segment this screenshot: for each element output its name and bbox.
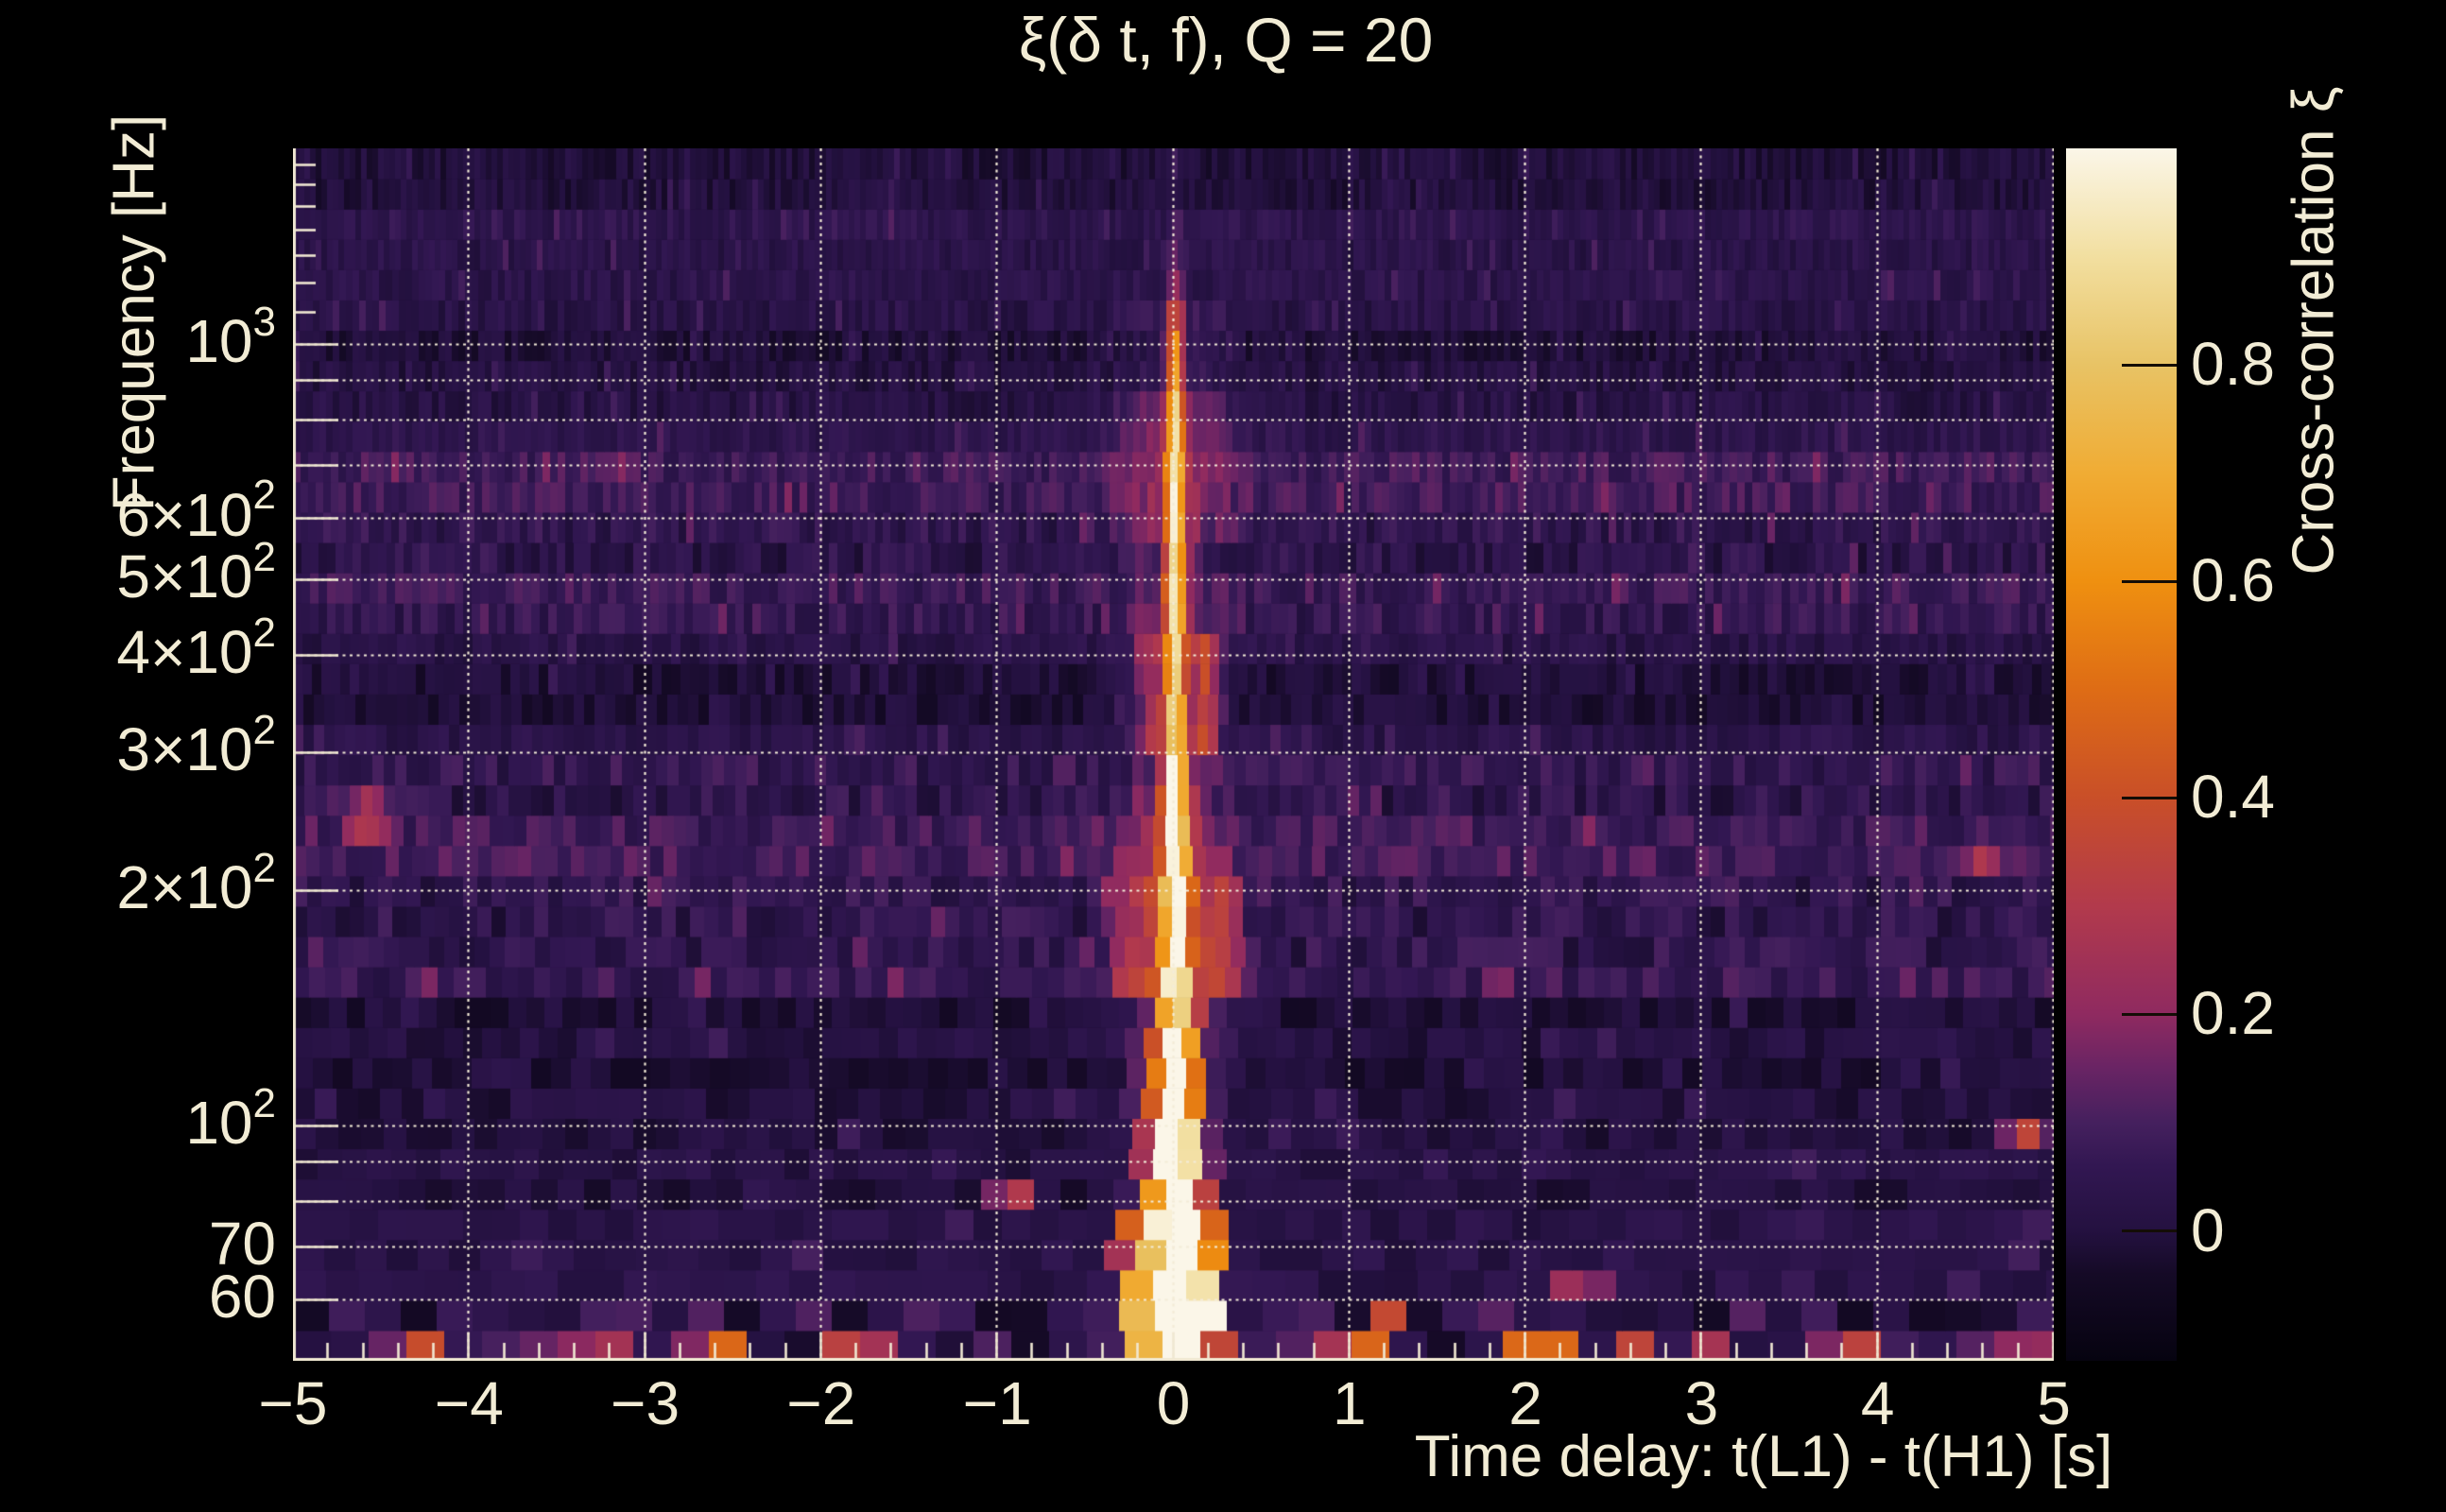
heatmap-canvas	[293, 148, 2054, 1361]
y-tick-label: 4×102	[116, 611, 276, 687]
colorbar-label: Cross-correlation ξ	[2281, 86, 2347, 576]
colorbar-tick-label: 0.8	[2191, 330, 2275, 399]
x-tick-label: 0	[1156, 1369, 1191, 1437]
y-tick-exponent: 2	[252, 844, 276, 891]
colorbar-tick-label: 0	[2191, 1195, 2225, 1264]
x-tick-label: 1	[1333, 1369, 1367, 1437]
y-tick-base: 6×10	[116, 480, 253, 549]
x-tick-label: −4	[434, 1369, 504, 1437]
y-tick-exponent: 2	[252, 533, 276, 580]
y-tick-label: 5×102	[116, 536, 276, 611]
y-axis-label: Frequency [Hz]	[101, 113, 167, 512]
y-tick-exponent: 2	[252, 707, 276, 754]
colorbar-gradient	[2066, 148, 2177, 1361]
colorbar-tick-label: 0.2	[2191, 979, 2275, 1048]
y-tick-exponent: 2	[252, 1079, 276, 1126]
chart-title: ξ(δ t, f), Q = 20	[1018, 5, 1434, 75]
y-tick-label: 6×102	[116, 474, 276, 549]
colorbar-tick-label: 0.6	[2191, 546, 2275, 615]
colorbar-tick-mark	[2122, 363, 2177, 367]
y-tick-base: 4×10	[116, 618, 253, 687]
x-tick-label: −5	[258, 1369, 328, 1437]
colorbar-tick-mark	[2122, 796, 2177, 799]
y-tick-base: 3×10	[116, 715, 253, 784]
y-tick-base: 10	[185, 1089, 253, 1158]
y-tick-base: 10	[185, 307, 253, 376]
colorbar-tick-mark	[2122, 579, 2177, 583]
figure: ξ(δ t, f), Q = 20 Frequency [Hz] 103 6×10…	[0, 0, 2446, 1512]
colorbar-tick-mark	[2122, 1229, 2177, 1233]
y-tick-label: 3×102	[116, 710, 276, 784]
y-tick-base: 60	[208, 1262, 276, 1331]
y-tick-base: 5×10	[116, 542, 253, 611]
y-tick-label: 60	[209, 1265, 276, 1328]
y-tick-label: 2×102	[116, 847, 276, 922]
y-tick-label: 102	[185, 1082, 276, 1158]
x-tick-label: −1	[962, 1369, 1032, 1437]
x-tick-label: −2	[786, 1369, 856, 1437]
colorbar-tick-mark	[2122, 1012, 2177, 1016]
y-tick-exponent: 2	[252, 472, 276, 519]
x-axis-label: Time delay: t(L1) - t(H1) [s]	[1414, 1424, 2113, 1489]
x-tick-label: −3	[611, 1369, 680, 1437]
y-tick-exponent: 3	[252, 298, 276, 345]
y-tick-base: 2×10	[116, 853, 253, 922]
y-tick-label: 103	[185, 301, 276, 376]
y-tick-exponent: 2	[252, 609, 276, 656]
colorbar-tick-label: 0.4	[2191, 763, 2275, 832]
